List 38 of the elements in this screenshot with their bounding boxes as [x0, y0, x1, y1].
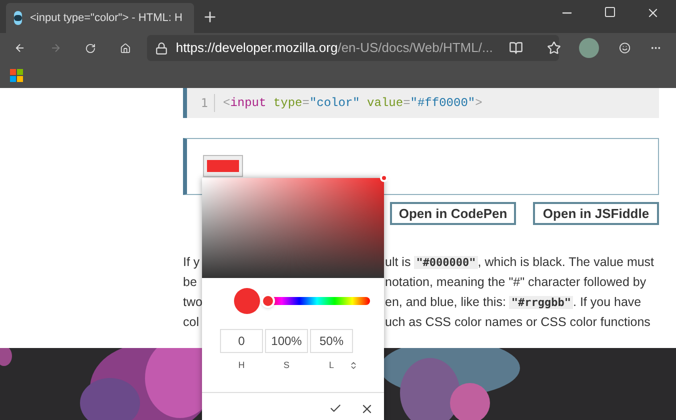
- open-button[interactable]: Open in CodePen: [390, 202, 516, 225]
- windows-logo-icon[interactable]: [10, 69, 23, 82]
- field-label: S: [282, 359, 290, 372]
- paragraph-fragment: ult is "#000000" , which is black. The value must: [385, 254, 656, 271]
- reading-view-icon[interactable]: [508, 41, 523, 55]
- tab-title: <input type="color"> - HTML: H: [30, 10, 182, 26]
- paragraph-fragment: notation, meaning the "#" character followed by: [385, 274, 648, 291]
- address-bar[interactable]: https://developer.mozilla.org/en-US/docs/Web/HTML/...: [146, 35, 559, 61]
- favorite-star-icon[interactable]: [546, 41, 561, 55]
- close-window-icon[interactable]: [646, 6, 660, 20]
- area-handle[interactable]: [380, 174, 388, 182]
- lock-icon: [154, 42, 168, 54]
- profile-avatar[interactable]: [578, 38, 599, 58]
- value-field[interactable]: 0: [220, 329, 263, 353]
- home-icon[interactable]: [120, 40, 131, 56]
- paragraph-fragment: col: [183, 314, 199, 331]
- paragraph-fragment: If y: [183, 254, 200, 271]
- code-line: <input type="color" value="#ff0000">: [223, 95, 482, 112]
- smiley-icon[interactable]: [618, 40, 630, 56]
- paragraph-fragment: en, and blue, like this: "#rrggbb" . If you have: [385, 294, 642, 311]
- value-field[interactable]: 100%: [265, 329, 308, 353]
- open-button[interactable]: Open in JSFiddle: [533, 202, 659, 225]
- format-toggle-icon[interactable]: [349, 361, 358, 370]
- maximize-icon[interactable]: [604, 6, 616, 18]
- browser-tab[interactable]: <input type="color"> - HTML: H: [6, 3, 194, 33]
- field-label: H: [237, 359, 246, 372]
- color-preview: [234, 288, 260, 314]
- site-icon: [14, 11, 22, 25]
- field-label: L: [328, 359, 335, 372]
- new-tab-icon[interactable]: [202, 9, 218, 25]
- line-number: 1: [187, 94, 215, 112]
- hue-slider[interactable]: [264, 297, 370, 305]
- paragraph-fragment: be: [183, 274, 197, 291]
- color-swatch-button[interactable]: [203, 155, 243, 177]
- paragraph-fragment: two: [183, 294, 202, 311]
- paragraph-fragment: uch as CSS color names or CSS color functions: [385, 314, 652, 331]
- value-field[interactable]: 50%: [310, 329, 353, 353]
- url-text: https://developer.mozilla.org/en-US/docs/Web/HTML/...: [176, 39, 493, 58]
